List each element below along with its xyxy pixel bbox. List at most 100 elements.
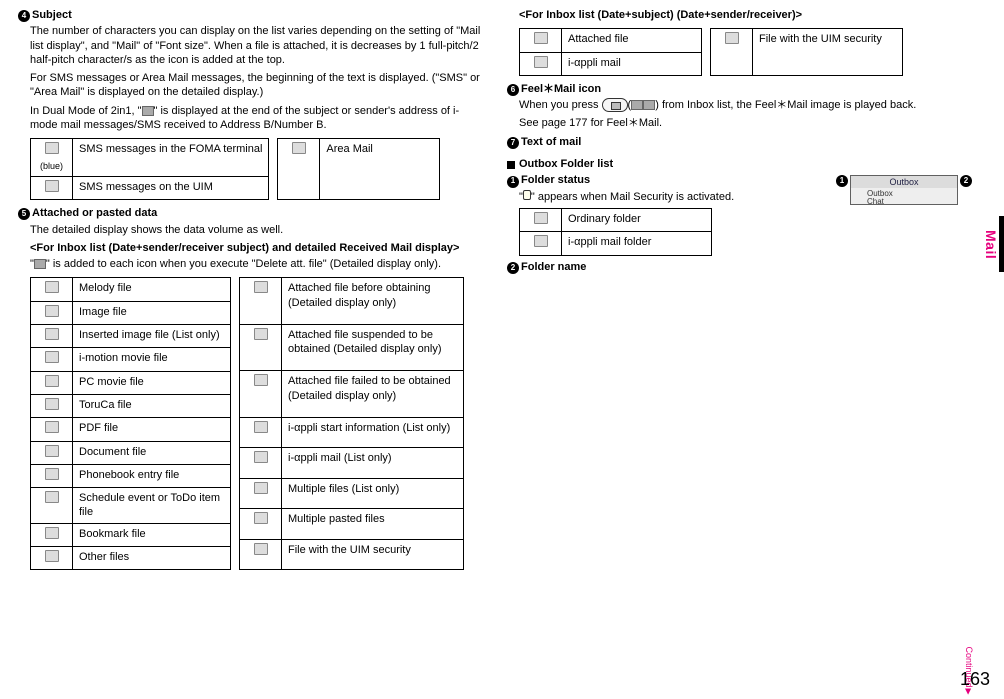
attached-p2-b: " is added to each icon when you execute… <box>46 258 441 270</box>
file-multiple: Multiple files (List only) <box>282 478 464 508</box>
file-failed: Attached file failed to be obtained (Det… <box>282 371 464 418</box>
iappli-start-icon <box>254 421 268 433</box>
camera-button-icon <box>602 98 628 112</box>
file-pdf: PDF file <box>73 418 231 441</box>
multiple-pasted-icon <box>254 512 268 524</box>
schedule-icon <box>45 491 59 503</box>
text-number-icon: 7 <box>507 137 519 149</box>
file-uim-security: File with the UIM security <box>282 539 464 570</box>
phonebook-icon <box>45 468 59 480</box>
attached-paragraph-2: "" is added to each icon when you execut… <box>30 257 483 271</box>
inbox-table-left: Attached file i-αppli mail <box>519 28 702 76</box>
right-column: <For Inbox list (Date+subject) (Date+sen… <box>507 8 972 576</box>
file-inserted-image: Inserted image file (List only) <box>73 325 231 348</box>
folder-name-title: Folder name <box>521 260 586 274</box>
folder-name-number-icon: 2 <box>507 262 519 274</box>
folder-status-title: Folder status <box>521 173 590 187</box>
other-files-icon <box>45 550 59 562</box>
file-before-obtaining: Attached file before obtaining (Detailed… <box>282 278 464 325</box>
delete-att-icon <box>34 259 46 269</box>
lock-icon <box>523 190 531 200</box>
sms-uim-icon <box>45 180 59 192</box>
folder-status-heading: 1 Folder status <box>507 173 836 189</box>
multiple-files-icon <box>254 482 268 494</box>
file-type-tables: Melody file Image file Inserted image fi… <box>30 277 483 570</box>
file-bookmark: Bookmark file <box>73 523 231 546</box>
feel-p-a: When you press <box>519 99 602 111</box>
iappli-folder-text: i-αppli mail folder <box>562 232 712 255</box>
feel-heading: 6 Feel＊Mail icon <box>507 82 972 98</box>
left-column: 4 Subject The number of characters you c… <box>18 8 483 576</box>
toruca-icon <box>45 398 59 410</box>
sms-table-right: Area Mail <box>277 138 440 200</box>
inserted-image-icon <box>45 328 59 340</box>
callout-1-icon: 1 <box>836 175 848 187</box>
feel-icon1 <box>631 100 643 110</box>
page: 4 Subject The number of characters you c… <box>0 0 1004 584</box>
iappli-folder-icon <box>534 235 548 247</box>
file-table-left: Melody file Image file Inserted image fi… <box>30 277 231 570</box>
file-iappli-start: i-αppli start information (List only) <box>282 418 464 448</box>
inbox-list-heading: <For Inbox list (Date+subject) (Date+sen… <box>519 8 972 22</box>
imotion-icon <box>45 351 59 363</box>
suspended-icon <box>254 328 268 340</box>
outbox-screenshot: Outbox Chat <box>850 175 958 205</box>
folder-p-b: " appears when Mail Security is activate… <box>531 191 734 203</box>
file-toruca: ToruCa file <box>73 394 231 417</box>
iappli-mail-icon2 <box>534 56 548 68</box>
melody-icon <box>45 281 59 293</box>
outbox-square-icon <box>507 161 515 169</box>
file-phonebook: Phonebook entry file <box>73 464 231 487</box>
file-multiple-pasted: Multiple pasted files <box>282 509 464 539</box>
attached-paragraph-1: The detailed display shows the data volu… <box>30 223 483 237</box>
sms-blue-text: SMS messages in the FOMA terminal <box>73 139 269 177</box>
file-image: Image file <box>73 301 231 324</box>
file-pc-movie: PC movie file <box>73 371 231 394</box>
text-mail-title: Text of mail <box>521 135 581 149</box>
feel-p-c: ) from Inbox list, the Feel＊Mail image i… <box>655 99 916 111</box>
subject-paragraph-1: The number of characters you can display… <box>30 24 483 67</box>
file-other: Other files <box>73 547 231 570</box>
folder-table: Ordinary folder i-αppli mail folder <box>519 208 712 256</box>
bookmark-icon <box>45 527 59 539</box>
image-icon <box>45 305 59 317</box>
sms-uim-icon-cell <box>31 176 73 199</box>
sms-table-left: (blue) SMS messages in the FOMA terminal… <box>30 138 269 200</box>
inbox-tables: Attached file i-αppli mail File with the… <box>519 28 972 76</box>
sms-blue-label: (blue) <box>40 161 63 171</box>
outbox-title: Outbox Folder list <box>519 157 613 171</box>
file-uim-text: File with the UIM security <box>753 29 903 76</box>
feel-number-icon: 6 <box>507 84 519 96</box>
subject-paragraph-3: In Dual Mode of 2in1, "" is displayed at… <box>30 104 483 133</box>
sms-tables: (blue) SMS messages in the FOMA terminal… <box>30 138 483 200</box>
before-obtaining-icon <box>254 281 268 293</box>
side-tab-bar <box>999 216 1004 272</box>
file-table-right: Attached file before obtaining (Detailed… <box>239 277 464 570</box>
file-iappli-mail: i-αppli mail (List only) <box>282 448 464 478</box>
dual-mode-icon <box>142 106 154 116</box>
attached-heading: 5 Attached or pasted data <box>18 206 483 222</box>
outbox-heading: Outbox Folder list <box>507 157 972 173</box>
file-uim-icon <box>725 32 739 44</box>
file-suspended: Attached file suspended to be obtained (… <box>282 324 464 371</box>
feel-title: Feel＊Mail icon <box>521 82 601 96</box>
area-mail-icon-cell <box>278 139 320 200</box>
callout-2-icon: 2 <box>960 175 972 187</box>
area-mail-icon <box>292 142 306 154</box>
screen-row-chat: Chat <box>867 197 884 207</box>
attached-file-icon <box>534 32 548 44</box>
pdf-icon <box>45 421 59 433</box>
failed-icon <box>254 374 268 386</box>
ordinary-folder-text: Ordinary folder <box>562 208 712 231</box>
attached-number-icon: 5 <box>18 208 30 220</box>
attached-file-text: Attached file <box>562 29 702 52</box>
document-icon <box>45 445 59 457</box>
area-mail-text: Area Mail <box>320 139 440 200</box>
feel-icon2 <box>643 100 655 110</box>
iappli-mail-icon <box>254 451 268 463</box>
feel-paragraph: When you press () from Inbox list, the F… <box>519 98 972 112</box>
text-mail-heading: 7 Text of mail <box>507 135 972 151</box>
subject-number-icon: 4 <box>18 10 30 22</box>
file-melody: Melody file <box>73 278 231 301</box>
subject-paragraph-2: For SMS messages or Area Mail messages, … <box>30 71 483 100</box>
